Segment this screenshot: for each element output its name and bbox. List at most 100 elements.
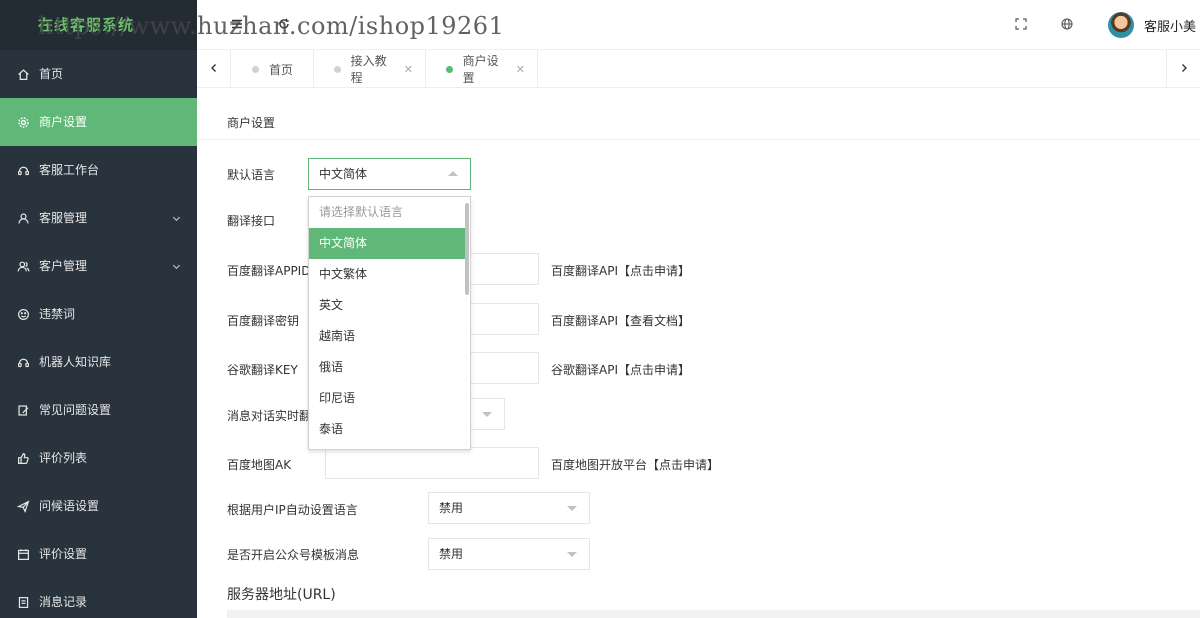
users-icon — [16, 242, 30, 290]
auto-lang-label: 根据用户IP自动设置语言 — [227, 503, 358, 517]
dropdown-option[interactable]: 英文 — [309, 290, 465, 321]
caret-down-icon — [567, 552, 577, 557]
file-icon — [16, 578, 30, 618]
wechat-template-label: 是否开启公众号模板消息 — [227, 548, 360, 562]
home-icon — [16, 50, 30, 98]
sidebar-item-label: 评价列表 — [39, 451, 88, 465]
sidebar-item-label: 机器人知识库 — [39, 355, 112, 369]
close-icon[interactable]: ✕ — [404, 63, 413, 76]
sidebar-item-label: 客户管理 — [39, 259, 88, 273]
sidebar-item-label: 客服工作台 — [39, 163, 100, 177]
default-language-select[interactable]: 中文简体 — [308, 158, 471, 190]
close-icon[interactable]: ✕ — [516, 63, 525, 76]
tab-scroll-right-button[interactable] — [1166, 50, 1200, 88]
realtime-translate-label: 消息对话实时翻 — [227, 409, 312, 423]
caret-down-icon — [482, 412, 492, 417]
select-value: 中文简体 — [319, 167, 368, 181]
user-name: 客服小美 — [1143, 19, 1196, 35]
translate-api-label: 翻译接口 — [227, 214, 276, 228]
tab-dot — [334, 65, 341, 73]
sidebar-item-faq-settings[interactable]: 常见问题设置 — [0, 386, 197, 434]
dropdown-option[interactable]: 印尼语 — [309, 383, 465, 414]
chevron-right-icon — [1179, 62, 1189, 76]
menu-toggle-button[interactable] — [222, 0, 252, 50]
sidebar-item-banned-words[interactable]: 违禁词 — [0, 290, 197, 338]
baidu-appid-link[interactable]: 百度翻译API【点击申请】 — [551, 262, 690, 279]
caret-up-icon — [448, 171, 458, 176]
baidu-docs-link[interactable]: 百度翻译API【查看文档】 — [551, 312, 690, 329]
fullscreen-icon — [1015, 17, 1027, 33]
sidebar-item-greeting-settings[interactable]: 问候语设置 — [0, 482, 197, 530]
tab-bar: 首页 接入教程 ✕ 商户设置 ✕ — [197, 50, 1200, 88]
sidebar-item-label: 客服管理 — [39, 211, 88, 225]
menu-icon — [231, 18, 243, 33]
calendar-icon — [16, 530, 30, 578]
edit-icon — [16, 386, 30, 434]
server-url-field — [227, 610, 1200, 618]
sidebar-item-label: 问候语设置 — [39, 499, 100, 513]
sidebar-item-merchant-settings[interactable]: 商户设置 — [0, 98, 197, 146]
send-icon — [16, 482, 30, 530]
refresh-button[interactable] — [269, 0, 299, 50]
tab-scroll-left-button[interactable] — [197, 50, 231, 88]
dropdown-scrollbar[interactable] — [465, 203, 469, 295]
sidebar-item-message-records[interactable]: 消息记录 — [0, 578, 197, 618]
gear-icon — [16, 98, 30, 146]
select-value: 禁用 — [439, 501, 464, 515]
sidebar-item-label: 商户设置 — [39, 115, 88, 129]
tab-dot — [252, 65, 259, 73]
sidebar-item-review-settings[interactable]: 评价设置 — [0, 530, 197, 578]
baidu-appid-label: 百度翻译APPID — [227, 264, 311, 278]
sidebar-item-label: 首页 — [39, 67, 64, 81]
sidebar-item-label: 评价设置 — [39, 547, 88, 561]
sidebar-item-label: 消息记录 — [39, 595, 88, 609]
card-title: 商户设置 — [197, 88, 1200, 140]
sidebar-item-home[interactable]: 首页 — [0, 50, 197, 98]
sidebar: 在线客服系统 首页 商户设置 客服工作台 客服管理 客户管理 违禁词 机器人知识… — [0, 0, 197, 618]
dropdown-option[interactable]: 中文繁体 — [309, 259, 465, 290]
top-header: 客服小美 — [197, 0, 1200, 50]
sidebar-item-agent-management[interactable]: 客服管理 — [0, 194, 197, 242]
sidebar-item-review-list[interactable]: 评价列表 — [0, 434, 197, 482]
dropdown-placeholder[interactable]: 请选择默认语言 — [309, 197, 465, 228]
app-logo: 在线客服系统 — [0, 0, 197, 50]
language-button[interactable] — [1052, 0, 1082, 50]
tab-label: 首页 — [269, 62, 294, 77]
tab-label: 接入教程 — [350, 54, 387, 85]
robot-icon — [16, 338, 30, 386]
default-language-label: 默认语言 — [227, 168, 276, 182]
google-key-label: 谷歌翻译KEY — [227, 363, 298, 377]
globe-icon — [1061, 17, 1073, 33]
caret-down-icon — [567, 506, 577, 511]
tab-home[interactable]: 首页 — [232, 50, 314, 88]
tab-tutorial[interactable]: 接入教程 ✕ — [314, 50, 426, 88]
auto-lang-select[interactable]: 禁用 — [428, 492, 590, 524]
sidebar-item-customer-management[interactable]: 客户管理 — [0, 242, 197, 290]
baidu-map-ak-input[interactable] — [325, 447, 539, 479]
baidu-secret-label: 百度翻译密钥 — [227, 314, 300, 328]
dropdown-option[interactable]: 中文简体 — [309, 228, 465, 259]
chevron-down-icon — [172, 194, 181, 242]
user-menu[interactable]: 客服小美 — [1107, 0, 1200, 50]
fullscreen-button[interactable] — [1006, 0, 1036, 50]
thumbs-up-icon — [16, 434, 30, 482]
headset-icon — [16, 146, 30, 194]
refresh-icon — [278, 18, 290, 33]
tab-dot — [446, 65, 453, 73]
chevron-left-icon — [209, 62, 219, 76]
dropdown-option[interactable]: 俄语 — [309, 352, 465, 383]
sidebar-item-robot-knowledge[interactable]: 机器人知识库 — [0, 338, 197, 386]
google-key-link[interactable]: 谷歌翻译API【点击申请】 — [551, 361, 690, 378]
sidebar-item-service-workbench[interactable]: 客服工作台 — [0, 146, 197, 194]
avatar — [1107, 12, 1134, 38]
dropdown-option[interactable]: 越南语 — [309, 321, 465, 352]
smile-icon — [16, 290, 30, 338]
baidu-map-link[interactable]: 百度地图开放平台【点击申请】 — [551, 456, 719, 473]
wechat-template-select[interactable]: 禁用 — [428, 538, 590, 570]
tab-merchant-settings[interactable]: 商户设置 ✕ — [426, 50, 538, 88]
server-url-title: 服务器地址(URL) — [227, 587, 336, 603]
select-value: 禁用 — [439, 547, 464, 561]
dropdown-option[interactable]: 泰语 — [309, 414, 465, 445]
main-content: 商户设置 默认语言 中文简体 翻译接口 百度翻译APPID 百度翻译API【点击… — [197, 88, 1200, 618]
chevron-down-icon — [172, 242, 181, 290]
